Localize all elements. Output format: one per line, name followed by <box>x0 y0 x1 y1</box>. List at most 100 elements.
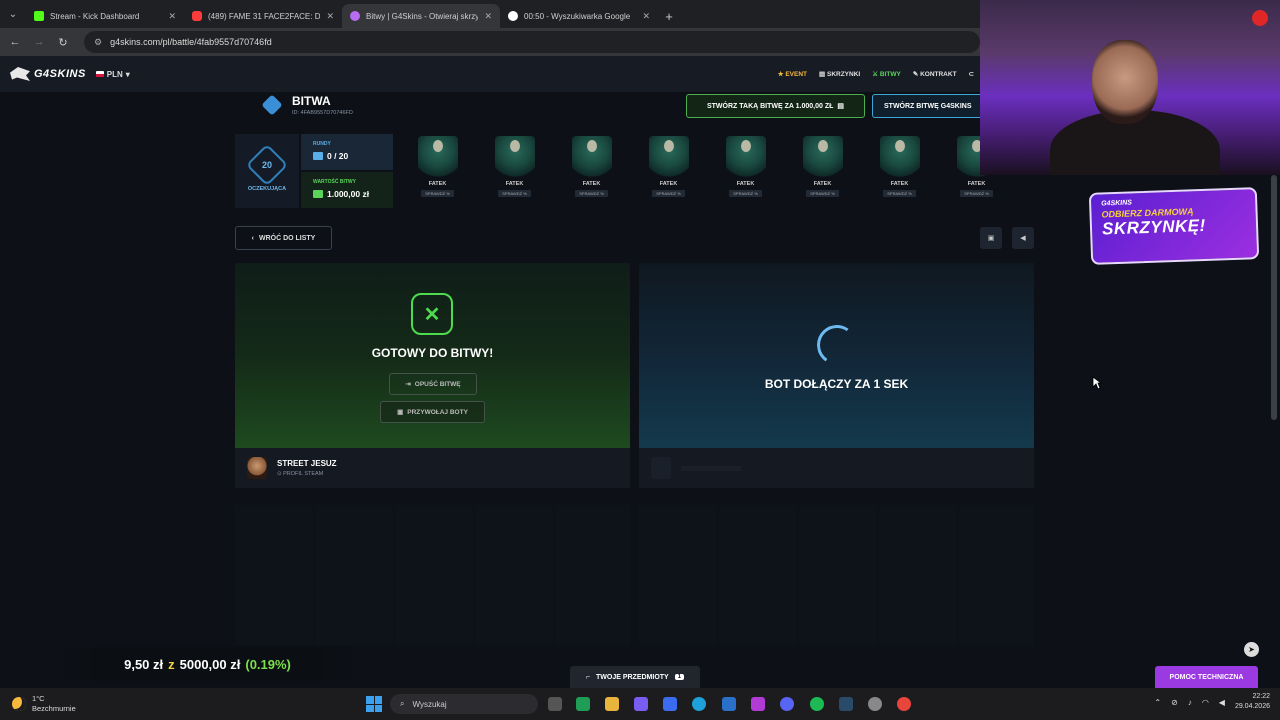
create-same-battle-button[interactable]: STWÓRZ TAKĄ BITWĘ ZA 1.000,00 ZŁ ▤ <box>686 94 865 118</box>
time: 22:22 <box>1252 693 1270 700</box>
tech-support-button[interactable]: POMOC TECHNICZNA <box>1155 666 1258 688</box>
back-arrow-icon[interactable]: ← <box>6 36 24 48</box>
battle-status: 20 OCZEKUJĄCA <box>235 134 299 208</box>
battle-info-strip: 20 OCZEKUJĄCA RUNDY 0 / 20 WARTOŚĆ BITWY… <box>235 134 1035 208</box>
currency-selector[interactable]: PLN ▾ <box>95 70 130 79</box>
loading-spinner <box>813 321 861 369</box>
excel-icon[interactable] <box>576 697 590 711</box>
discord-icon[interactable] <box>780 697 794 711</box>
close-icon[interactable]: ✕ <box>168 11 176 22</box>
close-icon[interactable]: ✕ <box>484 11 492 22</box>
app-icon[interactable] <box>663 697 677 711</box>
taskbar-search[interactable]: ⌕ Wyszukaj <box>390 694 538 714</box>
check-odds-button[interactable]: SPRAWDŹ % <box>960 190 993 197</box>
free-case-promo[interactable]: G4SKINS ODBIERZ DARMOWĄ SKRZYNKĘ! <box>1088 187 1260 265</box>
check-odds-button[interactable]: SPRAWDŹ % <box>729 190 762 197</box>
store-icon[interactable] <box>722 697 736 711</box>
case-item[interactable]: 50,00 złFATEKSPRAWDŹ % <box>861 134 938 208</box>
system-tray: ⌃ ⊘ ♪ ◠ ◀ 22:22 29.04.2026 <box>1154 692 1270 712</box>
check-odds-button[interactable]: SPRAWDŹ % <box>575 190 608 197</box>
tab-google[interactable]: 00:50 - Wyszukiwarka Google ✕ <box>500 4 658 28</box>
close-icon[interactable]: ✕ <box>326 11 334 22</box>
avatar[interactable] <box>247 457 267 479</box>
check-odds-button[interactable]: SPRAWDŹ % <box>498 190 531 197</box>
steam-icon[interactable] <box>839 697 853 711</box>
weather-widget[interactable]: 1°C Bezchmurnie <box>0 694 76 714</box>
mouse-cursor-icon <box>1092 376 1102 390</box>
close-icon[interactable]: ✕ <box>642 11 650 22</box>
case-name: FATEK <box>890 181 909 187</box>
network-off-icon[interactable]: ⊘ <box>1171 698 1178 707</box>
tab-g4skins[interactable]: Bitwy | G4Skins - Otwieraj skrzy ✕ <box>342 4 500 28</box>
mute-icon[interactable]: ◀ <box>1012 227 1034 249</box>
goal-current: 9,50 zł <box>124 656 164 672</box>
your-items-button[interactable]: ⌐ TWOJE PRZEDMIOTY 1 <box>570 666 700 688</box>
items-placeholder-left <box>235 505 630 645</box>
nav-more[interactable]: ⊂ <box>969 70 974 78</box>
folder-icon[interactable] <box>605 697 619 711</box>
pen-icon: ✎ <box>912 71 919 78</box>
task-view-icon[interactable] <box>548 697 562 711</box>
moon-icon <box>12 697 26 711</box>
check-odds-button[interactable]: SPRAWDŹ % <box>421 190 454 197</box>
volume-icon[interactable]: ◀ <box>1219 698 1225 707</box>
tab-youtube[interactable]: (489) FAME 31 FACE2FACE: Don ✕ <box>184 4 342 28</box>
button-label: OPUŚĆ BITWĘ <box>414 380 461 388</box>
chevron-up-icon[interactable]: ⌃ <box>1154 698 1161 707</box>
edge-icon[interactable] <box>692 697 706 711</box>
case-name: FATEK <box>659 181 678 187</box>
case-item[interactable]: 50,00 złFATEKSPRAWDŹ % <box>784 134 861 208</box>
summon-bots-button[interactable]: ▣ PRZYWOŁAJ BOTY <box>380 401 485 423</box>
check-odds-button[interactable]: SPRAWDŹ % <box>806 190 839 197</box>
app-icon[interactable] <box>751 697 765 711</box>
exit-icon: ⇥ <box>405 381 411 388</box>
webcam-overlay <box>980 0 1280 175</box>
site-logo[interactable]: G4SKINS <box>10 67 86 81</box>
copy-icon[interactable]: ▣ <box>980 227 1002 249</box>
nav-contract[interactable]: ✎ KONTRAKT <box>913 70 957 78</box>
case-item[interactable]: 50,00 złFATEKSPRAWDŹ % <box>630 134 707 208</box>
check-odds-button[interactable]: SPRAWDŹ % <box>883 190 916 197</box>
nav-battles[interactable]: ⚔ BITWY <box>872 70 901 78</box>
back-to-list-button[interactable]: ‹ WRÓĆ DO LISTY <box>235 226 332 250</box>
mic-icon[interactable]: ♪ <box>1188 698 1192 707</box>
send-icon[interactable]: ➤ <box>1244 642 1259 657</box>
ready-status: GOTOWY DO BITWY! <box>371 346 494 360</box>
address-toolbar: ← → ↻ ⚙ g4skins.com/pl/battle/4fab9557d7… <box>0 28 980 56</box>
new-tab-button[interactable]: + <box>658 4 680 28</box>
player-name[interactable]: STREET JESUZ <box>277 459 337 468</box>
forward-arrow-icon[interactable]: → <box>30 36 48 48</box>
check-odds-button[interactable]: SPRAWDŹ % <box>652 190 685 197</box>
steam-profile-link[interactable]: ⊙ PROFIL STEAM <box>277 471 337 477</box>
streamer-head <box>1092 40 1158 124</box>
tab-kick[interactable]: Stream - Kick Dashboard ✕ <box>26 4 184 28</box>
clock[interactable]: 22:22 29.04.2026 <box>1235 692 1270 712</box>
page-scrollbar[interactable] <box>1271 175 1277 420</box>
status-hex-icon: 20 <box>245 143 289 187</box>
status-count: 20 <box>261 159 273 170</box>
leave-battle-button[interactable]: ⇥ OPUŚĆ BITWĘ <box>389 373 477 395</box>
create-g4skins-battle-button[interactable]: STWÓRZ BITWĘ G4SKINS <box>872 94 982 118</box>
url-bar[interactable]: ⚙ g4skins.com/pl/battle/4fab9557d70746fd <box>84 31 980 53</box>
app-icon[interactable] <box>634 697 648 711</box>
case-item[interactable]: 50,00 złFATEKSPRAWDŹ % <box>399 134 476 208</box>
case-item[interactable]: 50,00 złFATEKSPRAWDŹ % <box>707 134 784 208</box>
swords-icon: ✕ <box>411 293 453 335</box>
battle-icon <box>261 94 283 116</box>
kick-icon <box>34 11 44 21</box>
wifi-icon[interactable]: ◠ <box>1202 698 1209 707</box>
settings-icon[interactable] <box>868 697 882 711</box>
chrome-icon[interactable] <box>897 697 911 711</box>
windows-start-icon[interactable] <box>366 696 382 712</box>
case-item[interactable]: 50,00 złFATEKSPRAWDŹ % <box>476 134 553 208</box>
reload-icon[interactable]: ↻ <box>54 36 72 49</box>
spotify-icon[interactable] <box>810 697 824 711</box>
case-item[interactable]: 50,00 złFATEKSPRAWDŹ % <box>553 134 630 208</box>
nav-cases[interactable]: ▤ SKRZYNKI <box>819 70 860 78</box>
nav-event[interactable]: ★ EVENT <box>778 70 807 78</box>
tab-search-dropdown[interactable]: ⌄ <box>0 0 26 28</box>
button-label: TWOJE PRZEDMIOTY <box>596 673 669 681</box>
site-info-icon[interactable]: ⚙ <box>94 37 102 48</box>
avatar-placeholder <box>651 457 671 479</box>
url-text: g4skins.com/pl/battle/4fab9557d70746fd <box>110 37 272 47</box>
